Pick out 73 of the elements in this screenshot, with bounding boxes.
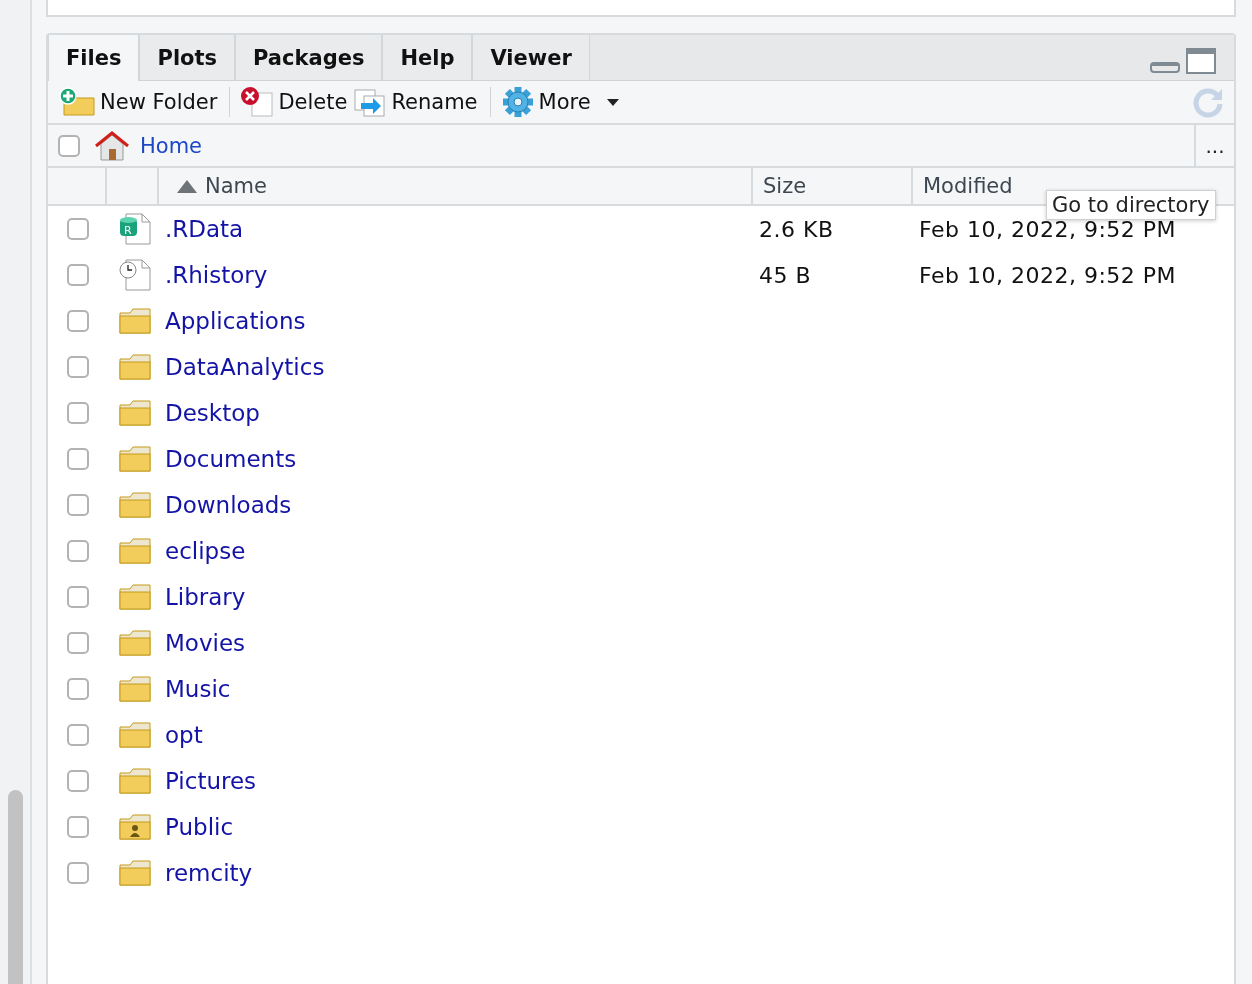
- modified-date: Feb 10, 2022, 9:52 PM: [918, 262, 1177, 288]
- checkbox[interactable]: [66, 862, 89, 884]
- folder-icon: [118, 859, 152, 887]
- file-link[interactable]: Downloads: [159, 492, 292, 518]
- folder-icon: [118, 767, 152, 795]
- file-link[interactable]: Pictures: [159, 768, 257, 794]
- more-button[interactable]: ...: [1194, 125, 1234, 166]
- tab[interactable]: Plots: [139, 35, 236, 80]
- checkbox[interactable]: [58, 134, 80, 157]
- minimize-icon[interactable]: [1150, 59, 1180, 73]
- gear-icon: [500, 86, 535, 118]
- file-link[interactable]: .Rhistory: [159, 262, 268, 288]
- clock-file-icon: [118, 259, 152, 291]
- scrollbar-thumb[interactable]: [8, 790, 23, 984]
- file-link[interactable]: Library: [159, 584, 246, 610]
- folder-icon: [118, 721, 152, 749]
- checkbox[interactable]: [66, 264, 89, 286]
- file-link[interactable]: Desktop: [159, 400, 260, 426]
- folder-icon: [118, 445, 152, 473]
- toolbar-button[interactable]: Delete: [240, 87, 354, 117]
- folder-icon: [118, 537, 152, 565]
- size-column-header[interactable]: Size: [753, 168, 913, 204]
- checkbox[interactable]: [66, 540, 89, 562]
- toolbar-button[interactable]: New Folder: [58, 87, 224, 117]
- checkbox[interactable]: [66, 448, 89, 470]
- toolbar-button[interactable]: Rename: [353, 87, 484, 117]
- folder-icon: [118, 491, 152, 519]
- file-link[interactable]: Movies: [159, 630, 246, 656]
- refresh-icon[interactable]: [1192, 86, 1224, 118]
- tab[interactable]: Viewer: [472, 35, 590, 80]
- folder-icon: [118, 583, 152, 611]
- checkbox[interactable]: [66, 356, 89, 378]
- folder-icon: [118, 353, 152, 381]
- maximize-icon[interactable]: [1186, 48, 1216, 74]
- file-link[interactable]: eclipse: [159, 538, 246, 564]
- file-link[interactable]: Public: [159, 814, 234, 840]
- checkbox[interactable]: [66, 310, 89, 332]
- new-folder-icon: [58, 87, 96, 117]
- home-link[interactable]: Home: [140, 133, 202, 158]
- tab[interactable]: Files: [48, 35, 140, 81]
- checkbox[interactable]: [66, 770, 89, 792]
- public-folder-icon: [118, 813, 152, 841]
- checkbox[interactable]: [66, 816, 89, 838]
- file-link[interactable]: Documents: [159, 446, 297, 472]
- checkbox[interactable]: [66, 632, 89, 654]
- file-size: 45 B: [758, 262, 812, 288]
- file-link[interactable]: remcity: [159, 860, 253, 886]
- sort-ascending-icon: [177, 179, 197, 193]
- name-column-header[interactable]: Name: [159, 168, 753, 204]
- folder-icon: [118, 629, 152, 657]
- checkbox[interactable]: [66, 218, 89, 240]
- file-link[interactable]: DataAnalytics: [159, 354, 325, 380]
- delete-icon: [240, 87, 275, 117]
- checkbox[interactable]: [66, 402, 89, 424]
- folder-icon: [118, 675, 152, 703]
- folder-icon: [118, 307, 152, 335]
- tooltip: Go to directory: [1046, 190, 1216, 220]
- tab[interactable]: Packages: [235, 35, 383, 80]
- file-link[interactable]: Applications: [159, 308, 306, 334]
- rename-icon: [353, 87, 388, 117]
- checkbox[interactable]: [66, 678, 89, 700]
- tab[interactable]: Help: [382, 35, 473, 80]
- caret-icon: [606, 98, 619, 106]
- file-size: 2.6 KB: [758, 216, 834, 242]
- toolbar-button[interactable]: More: [500, 86, 625, 118]
- home-icon[interactable]: [94, 129, 130, 162]
- folder-icon: [118, 399, 152, 427]
- file-link[interactable]: Music: [159, 676, 231, 702]
- file-link[interactable]: opt: [159, 722, 203, 748]
- checkbox[interactable]: [66, 586, 89, 608]
- file-link[interactable]: .RData: [159, 216, 244, 242]
- checkbox[interactable]: [66, 494, 89, 516]
- checkbox[interactable]: [66, 724, 89, 746]
